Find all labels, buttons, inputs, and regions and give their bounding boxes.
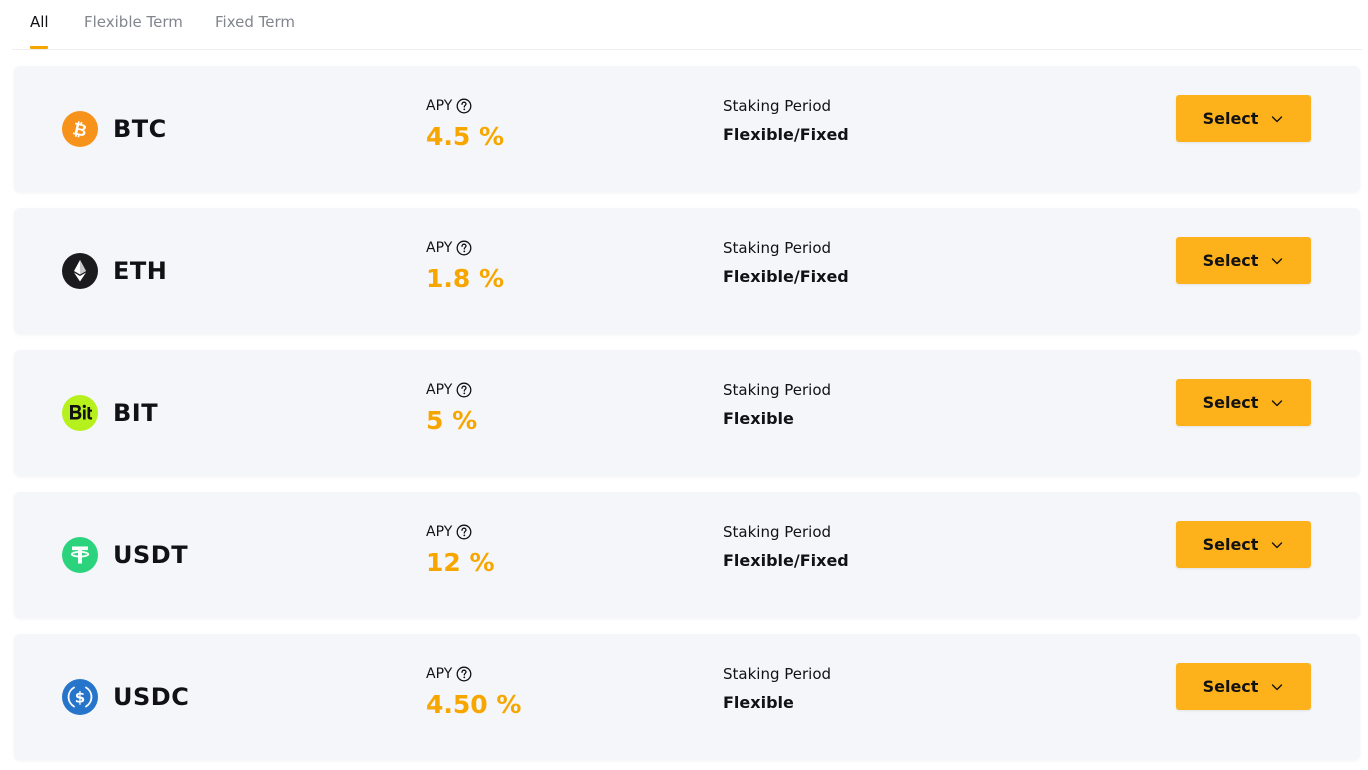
tab-flexible-term[interactable]: Flexible Term	[84, 12, 183, 32]
chevron-down-icon	[1270, 396, 1284, 410]
question-circle-icon[interactable]	[456, 524, 472, 540]
eth-icon	[62, 253, 98, 289]
btc-icon: ₿	[62, 111, 98, 147]
coin-name: USDC	[113, 683, 190, 711]
coin-name: ETH	[113, 257, 168, 285]
apy-label-text: APY	[426, 524, 453, 540]
staking-period-value: Flexible	[723, 693, 794, 712]
product-card-usdt: USDT APY 12 % Staking Period Flexible/Fi…	[14, 492, 1360, 618]
product-card-btc: ₿ BTC APY 4.5 % Staking Period Flexible/…	[14, 66, 1360, 192]
tab-fixed-term[interactable]: Fixed Term	[215, 12, 295, 32]
staking-period-value: Flexible/Fixed	[723, 551, 849, 570]
product-card-eth: ETH APY 1.8 % Staking Period Flexible/Fi…	[14, 208, 1360, 334]
apy-label-text: APY	[426, 240, 453, 256]
active-tab-indicator	[30, 46, 48, 49]
bit-icon	[62, 395, 98, 431]
svg-text:$: $	[75, 689, 85, 707]
apy-label-text: APY	[426, 666, 453, 682]
chevron-down-icon	[1270, 254, 1284, 268]
term-tabs: All Flexible Term Fixed Term	[12, 0, 1362, 50]
apy-value: 12 %	[426, 548, 495, 577]
select-button[interactable]: Select	[1176, 237, 1311, 284]
apy-label-text: APY	[426, 382, 453, 398]
select-button-label: Select	[1202, 392, 1259, 412]
apy-value: 4.50 %	[426, 690, 522, 719]
staking-period-label: Staking Period	[723, 97, 832, 115]
question-circle-icon[interactable]	[456, 666, 472, 682]
staking-page: All Flexible Term Fixed Term ₿ BTC APY 4…	[0, 0, 1368, 770]
coin-name: BTC	[113, 115, 167, 143]
usdt-icon	[62, 537, 98, 573]
chevron-down-icon	[1270, 680, 1284, 694]
apy-label: APY	[426, 664, 472, 684]
product-card-usdc: $ USDC APY 4.50 % Staking Period Flexibl…	[14, 634, 1360, 760]
apy-value: 5 %	[426, 406, 478, 435]
product-card-bit: BIT APY 5 % Staking Period Flexible Sele…	[14, 350, 1360, 476]
usdc-icon: $	[62, 679, 98, 715]
question-circle-icon[interactable]	[456, 382, 472, 398]
select-button-label: Select	[1202, 250, 1259, 270]
staking-period-label: Staking Period	[723, 381, 832, 399]
question-circle-icon[interactable]	[456, 98, 472, 114]
tab-all[interactable]: All	[30, 12, 49, 32]
select-button-label: Select	[1202, 534, 1259, 554]
apy-value: 4.5 %	[426, 122, 505, 151]
select-button[interactable]: Select	[1176, 379, 1311, 426]
staking-period-value: Flexible/Fixed	[723, 125, 849, 144]
staking-period-value: Flexible/Fixed	[723, 267, 849, 286]
apy-value: 1.8 %	[426, 264, 505, 293]
select-button[interactable]: Select	[1176, 663, 1311, 710]
apy-label: APY	[426, 96, 472, 116]
apy-label-text: APY	[426, 98, 453, 114]
question-circle-icon[interactable]	[456, 240, 472, 256]
apy-label: APY	[426, 380, 472, 400]
staking-period-label: Staking Period	[723, 665, 832, 683]
apy-label: APY	[426, 238, 472, 258]
select-button-label: Select	[1202, 108, 1259, 128]
apy-label: APY	[426, 522, 472, 542]
coin-name: USDT	[113, 541, 189, 569]
coin-name: BIT	[113, 399, 159, 427]
select-button-label: Select	[1202, 676, 1259, 696]
select-button[interactable]: Select	[1176, 521, 1311, 568]
staking-period-label: Staking Period	[723, 239, 832, 257]
select-button[interactable]: Select	[1176, 95, 1311, 142]
chevron-down-icon	[1270, 538, 1284, 552]
staking-period-value: Flexible	[723, 409, 794, 428]
chevron-down-icon	[1270, 112, 1284, 126]
staking-period-label: Staking Period	[723, 523, 832, 541]
